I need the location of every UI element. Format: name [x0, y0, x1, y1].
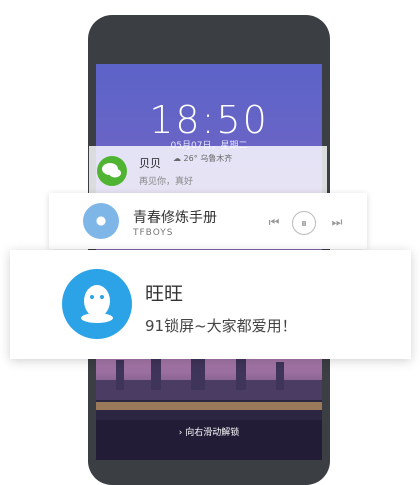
music-notification[interactable]: 青春修炼手册 TFBOYS ⏮ ⏸ ⏭	[49, 193, 367, 249]
weather-text: 26° 乌鲁木齐	[183, 154, 233, 163]
qq-notification[interactable]: 旺旺 91锁屏~大家都爱用！	[10, 250, 411, 359]
next-icon[interactable]: ⏭	[326, 211, 348, 233]
wechat-notification[interactable]: 贝贝 再见你，真好 ☁ 26° 乌鲁木齐	[89, 146, 327, 196]
wechat-message: 再见你，真好	[139, 177, 194, 187]
pause-icon[interactable]: ⏸	[292, 211, 316, 235]
clock-time: 18:50	[149, 98, 269, 142]
song-artist: TFBOYS	[133, 228, 174, 238]
previous-icon[interactable]: ⏮	[263, 211, 285, 233]
unlock-label: 向右滑动解锁	[185, 428, 240, 438]
album-art-icon	[83, 203, 119, 239]
wechat-sender: 贝贝	[139, 157, 161, 170]
cloud-icon: ☁	[173, 154, 181, 163]
qq-message: 91锁屏~大家都爱用！	[145, 317, 297, 335]
unlock-hint[interactable]: › 向右滑动解锁	[96, 425, 322, 438]
qq-icon	[62, 269, 132, 339]
chevron-right-icon: ›	[178, 428, 183, 438]
song-title: 青春修炼手册	[133, 210, 217, 226]
wechat-icon	[97, 156, 127, 186]
qq-sender: 旺旺	[145, 283, 184, 305]
weather: ☁ 26° 乌鲁木齐	[173, 153, 232, 164]
